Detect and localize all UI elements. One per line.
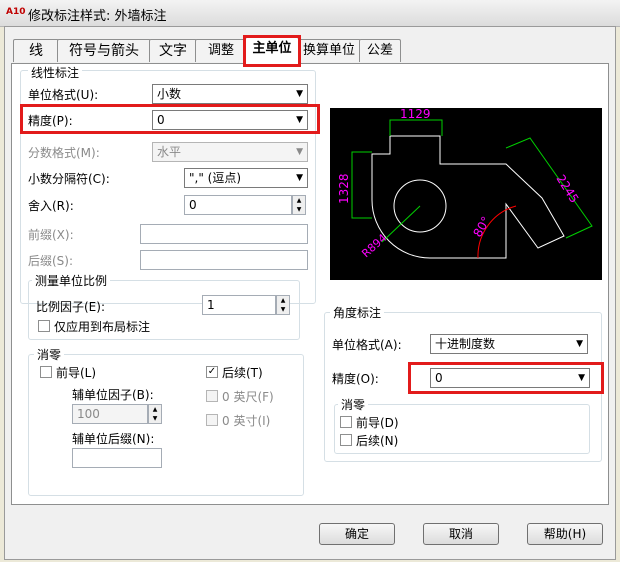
angular-unit-format-select[interactable]: 十进制度数 ▼ bbox=[430, 334, 588, 354]
layout-only-label: 仅应用到布局标注 bbox=[54, 320, 151, 334]
fraction-format-value: 水平 bbox=[157, 145, 182, 159]
angular-precision-label: 精度(O): bbox=[332, 372, 379, 386]
zero-feet-checkbox[interactable] bbox=[206, 390, 218, 402]
unit-format-label: 单位格式(U): bbox=[28, 88, 99, 102]
spin-down-icon[interactable]: ▼ bbox=[149, 414, 161, 423]
preview-dim-right: 2245 bbox=[553, 172, 581, 205]
preview-dim-top: 1129 bbox=[400, 108, 431, 121]
preview-dim-left: 1328 bbox=[337, 173, 351, 204]
spin-up-icon[interactable]: ▲ bbox=[293, 196, 305, 205]
roundoff-label: 舍入(R): bbox=[28, 199, 74, 213]
preview-dim-right-line bbox=[505, 137, 593, 239]
roundoff-input[interactable]: 0 bbox=[184, 195, 292, 215]
angular-zero-title: 消零 bbox=[338, 396, 369, 413]
linear-group-title: 线性标注 bbox=[28, 64, 83, 81]
preview-shape bbox=[371, 135, 565, 259]
chevron-down-icon: ▼ bbox=[296, 147, 303, 157]
suffix-input[interactable] bbox=[140, 250, 308, 270]
tab-tolerances[interactable]: 公差 bbox=[359, 39, 401, 62]
suffix-label: 后缀(S): bbox=[28, 254, 74, 268]
ok-button[interactable]: 确定 bbox=[319, 523, 395, 545]
sub-unit-factor-label: 辅单位因子(B): bbox=[72, 388, 154, 402]
sub-unit-factor-spinner[interactable]: ▲ ▼ bbox=[148, 404, 162, 424]
chevron-down-icon: ▼ bbox=[296, 173, 303, 183]
prefix-label: 前缀(X): bbox=[28, 228, 74, 242]
help-button[interactable]: 帮助(H) bbox=[527, 523, 603, 545]
cancel-button[interactable]: 取消 bbox=[423, 523, 499, 545]
scale-factor-label: 比例因子(E): bbox=[36, 300, 105, 314]
spin-up-icon[interactable]: ▲ bbox=[149, 405, 161, 414]
preview-dim-angle: 80° bbox=[470, 214, 493, 239]
scale-factor-input[interactable]: 1 bbox=[202, 295, 276, 315]
chevron-down-icon: ▼ bbox=[296, 89, 303, 99]
unit-format-value: 小数 bbox=[157, 87, 182, 101]
leading-zero-checkbox[interactable] bbox=[40, 366, 52, 378]
window-title: 修改标注样式: 外墙标注 bbox=[28, 9, 167, 24]
tab-panel: 线性标注 单位格式(U): 小数 ▼ 精度(P): 0 ▼ 分数格式(M): 水平 ▼… bbox=[11, 63, 609, 505]
zero-inches-checkbox[interactable] bbox=[206, 414, 218, 426]
spin-down-icon[interactable]: ▼ bbox=[277, 305, 289, 314]
app-icon: A10 bbox=[6, 7, 26, 17]
preview-canvas: 1129 1328 2245 80° R894 bbox=[330, 107, 602, 280]
scale-factor-spinner[interactable]: ▲ ▼ bbox=[276, 295, 290, 315]
highlight-angular-precision bbox=[408, 362, 604, 394]
zero-feet-label: 0 英尺(F) bbox=[222, 390, 274, 404]
prefix-input[interactable] bbox=[140, 224, 308, 244]
fraction-format-label: 分数格式(M): bbox=[28, 146, 100, 160]
preview-drawing: 1129 1328 2245 80° R894 bbox=[337, 107, 593, 260]
trailing-zero-label: 后续(T) bbox=[222, 366, 263, 380]
angular-group-title: 角度标注 bbox=[330, 304, 385, 321]
zero-inches-label: 0 英寸(I) bbox=[222, 414, 271, 428]
sub-unit-suffix-input[interactable] bbox=[72, 448, 162, 468]
layout-only-checkbox[interactable] bbox=[38, 320, 50, 332]
angular-leading-checkbox[interactable] bbox=[340, 416, 352, 428]
angular-trailing-checkbox[interactable] bbox=[340, 434, 352, 446]
tab-lines[interactable]: 线 bbox=[13, 39, 59, 62]
fraction-format-select[interactable]: 水平 ▼ bbox=[152, 142, 308, 162]
angular-leading-label: 前导(D) bbox=[356, 416, 399, 430]
tab-alternate-units[interactable]: 换算单位 bbox=[297, 39, 361, 62]
angular-unit-format-label: 单位格式(A): bbox=[332, 338, 402, 352]
angular-unit-format-value: 十进制度数 bbox=[435, 337, 496, 351]
preview-radius-line bbox=[381, 205, 421, 243]
highlight-active-tab bbox=[243, 35, 301, 67]
roundoff-spinner[interactable]: ▲ ▼ bbox=[292, 195, 306, 215]
tab-fit[interactable]: 调整 bbox=[195, 39, 247, 62]
title-bar: A10 修改标注样式: 外墙标注 bbox=[0, 0, 620, 27]
measurement-scale-title: 测量单位比例 bbox=[32, 272, 111, 289]
dialog: 线 符号与箭头 文字 调整 主单位 换算单位 公差 线性标注 单位格式(U): … bbox=[4, 26, 616, 560]
angular-trailing-label: 后续(N) bbox=[356, 434, 399, 448]
tab-text[interactable]: 文字 bbox=[149, 39, 197, 62]
spin-down-icon[interactable]: ▼ bbox=[293, 205, 305, 214]
highlight-precision bbox=[20, 104, 320, 134]
spin-up-icon[interactable]: ▲ bbox=[277, 296, 289, 305]
decimal-separator-value: "," (逗点) bbox=[189, 171, 242, 185]
sub-unit-factor-input[interactable]: 100 bbox=[72, 404, 148, 424]
trailing-zero-checkbox[interactable]: ✓ bbox=[206, 366, 218, 378]
tab-symbols-arrows[interactable]: 符号与箭头 bbox=[57, 39, 151, 62]
decimal-separator-label: 小数分隔符(C): bbox=[28, 172, 110, 186]
zero-suppression-title: 消零 bbox=[34, 346, 65, 363]
preview-dim-top-line bbox=[389, 119, 443, 136]
decimal-separator-select[interactable]: "," (逗点) ▼ bbox=[184, 168, 308, 188]
chevron-down-icon: ▼ bbox=[576, 339, 583, 349]
leading-zero-label: 前导(L) bbox=[56, 366, 97, 380]
preview-dim-left-line bbox=[351, 151, 372, 219]
unit-format-select[interactable]: 小数 ▼ bbox=[152, 84, 308, 104]
sub-unit-suffix-label: 辅单位后缀(N): bbox=[72, 432, 155, 446]
